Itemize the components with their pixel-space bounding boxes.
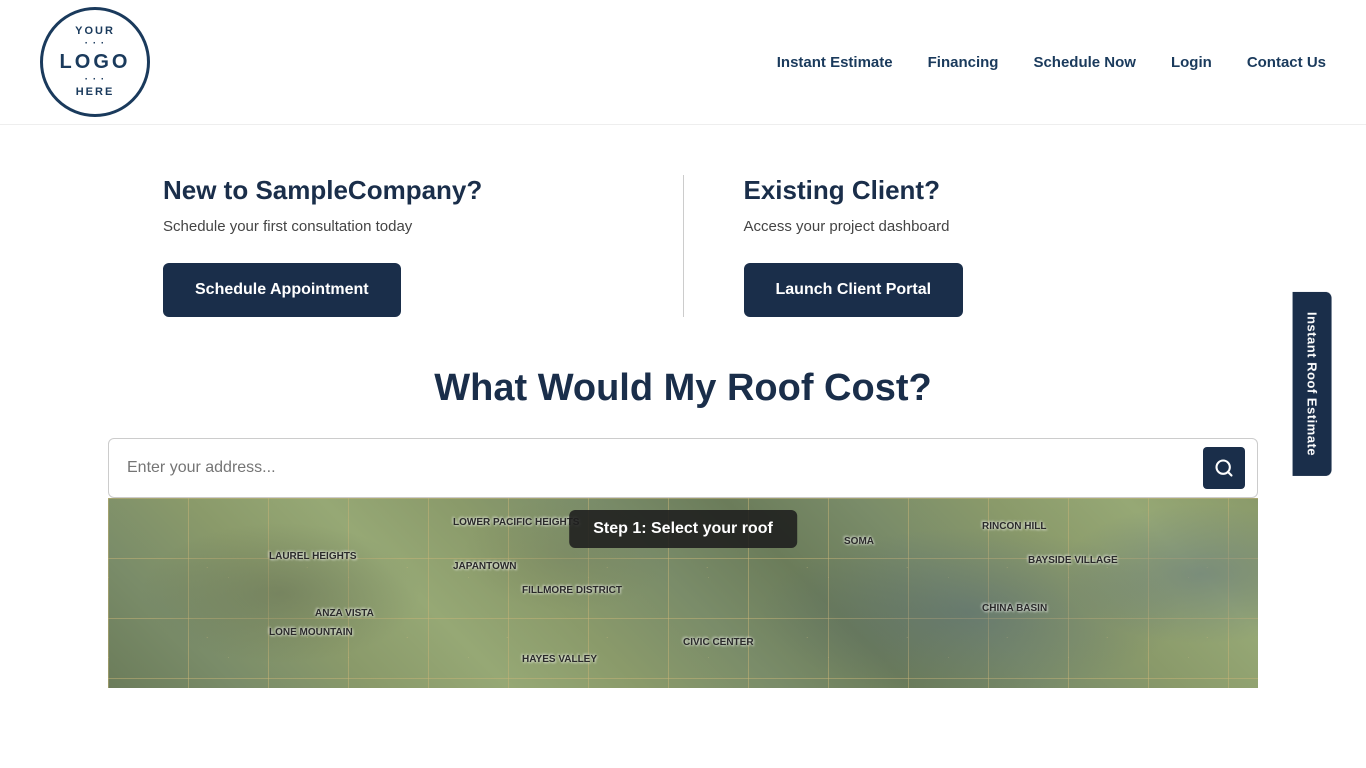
map-label-bayside: BAYSIDE VILLAGE <box>1028 555 1118 566</box>
search-button[interactable] <box>1203 447 1245 489</box>
nav-instant-estimate[interactable]: Instant Estimate <box>777 54 893 71</box>
map-label-civic-center: CIVIC CENTER <box>683 637 754 648</box>
cta-section: New to SampleCompany? Schedule your firs… <box>83 175 1283 317</box>
map-label-anza-vista: ANZA VISTA <box>315 608 374 619</box>
map-wrapper: LAUREL HEIGHTS JAPANTOWN LOWER PACIFIC H… <box>108 498 1258 688</box>
instant-estimate-sidebar-button[interactable]: Instant Roof Estimate <box>1292 292 1331 476</box>
map-container[interactable]: LAUREL HEIGHTS JAPANTOWN LOWER PACIFIC H… <box>108 498 1258 688</box>
roof-cost-heading: What Would My Roof Cost? <box>100 367 1266 410</box>
nav-financing[interactable]: Financing <box>928 54 999 71</box>
existing-client-title: Existing Client? <box>744 175 1204 206</box>
map-label-hayes-valley: HAYES VALLEY <box>522 654 597 665</box>
roof-cost-section: What Would My Roof Cost? LAUREL HEIGHTS … <box>0 367 1366 688</box>
existing-client-col: Existing Client? Access your project das… <box>684 175 1204 317</box>
map-label-rincon-hill: RINCON HILL <box>982 521 1046 532</box>
schedule-appointment-button[interactable]: Schedule Appointment <box>163 263 401 317</box>
existing-client-subtitle: Access your project dashboard <box>744 218 1204 235</box>
map-label-fillmore: FILLMORE DISTRICT <box>522 585 622 596</box>
map-label-lower-pacific: LOWER PACIFIC HEIGHTS <box>453 517 579 528</box>
nav-login[interactable]: Login <box>1171 54 1212 71</box>
search-icon <box>1214 458 1234 478</box>
map-label-japantown: JAPANTOWN <box>453 561 517 572</box>
launch-client-portal-button[interactable]: Launch Client Portal <box>744 263 964 317</box>
map-label-lone-mountain: LONE MOUNTAIN <box>269 627 353 638</box>
address-search-container <box>108 438 1258 498</box>
nav-schedule-now[interactable]: Schedule Now <box>1033 54 1136 71</box>
map-label-laurel-heights: LAUREL HEIGHTS <box>269 551 357 562</box>
main-nav: Instant Estimate Financing Schedule Now … <box>777 54 1326 71</box>
logo-line2: LOGO <box>60 50 131 74</box>
logo-line1: YOUR <box>75 25 115 38</box>
logo-dots2: · · · <box>85 74 106 86</box>
logo-line3: HERE <box>76 86 115 99</box>
step-tooltip: Step 1: Select your roof <box>569 510 797 548</box>
logo[interactable]: YOUR · · · LOGO · · · HERE <box>40 7 150 117</box>
new-client-subtitle: Schedule your first consultation today <box>163 218 623 235</box>
header: YOUR · · · LOGO · · · HERE Instant Estim… <box>0 0 1366 125</box>
logo-dots: · · · <box>85 38 106 50</box>
main-content: New to SampleCompany? Schedule your firs… <box>0 125 1366 688</box>
nav-contact-us[interactable]: Contact Us <box>1247 54 1326 71</box>
map-label-china-basin: CHINA BASIN <box>982 603 1047 614</box>
address-search-input[interactable] <box>121 451 1203 485</box>
new-client-title: New to SampleCompany? <box>163 175 623 206</box>
map-label-soma: SOMA <box>844 536 874 547</box>
new-client-col: New to SampleCompany? Schedule your firs… <box>163 175 684 317</box>
